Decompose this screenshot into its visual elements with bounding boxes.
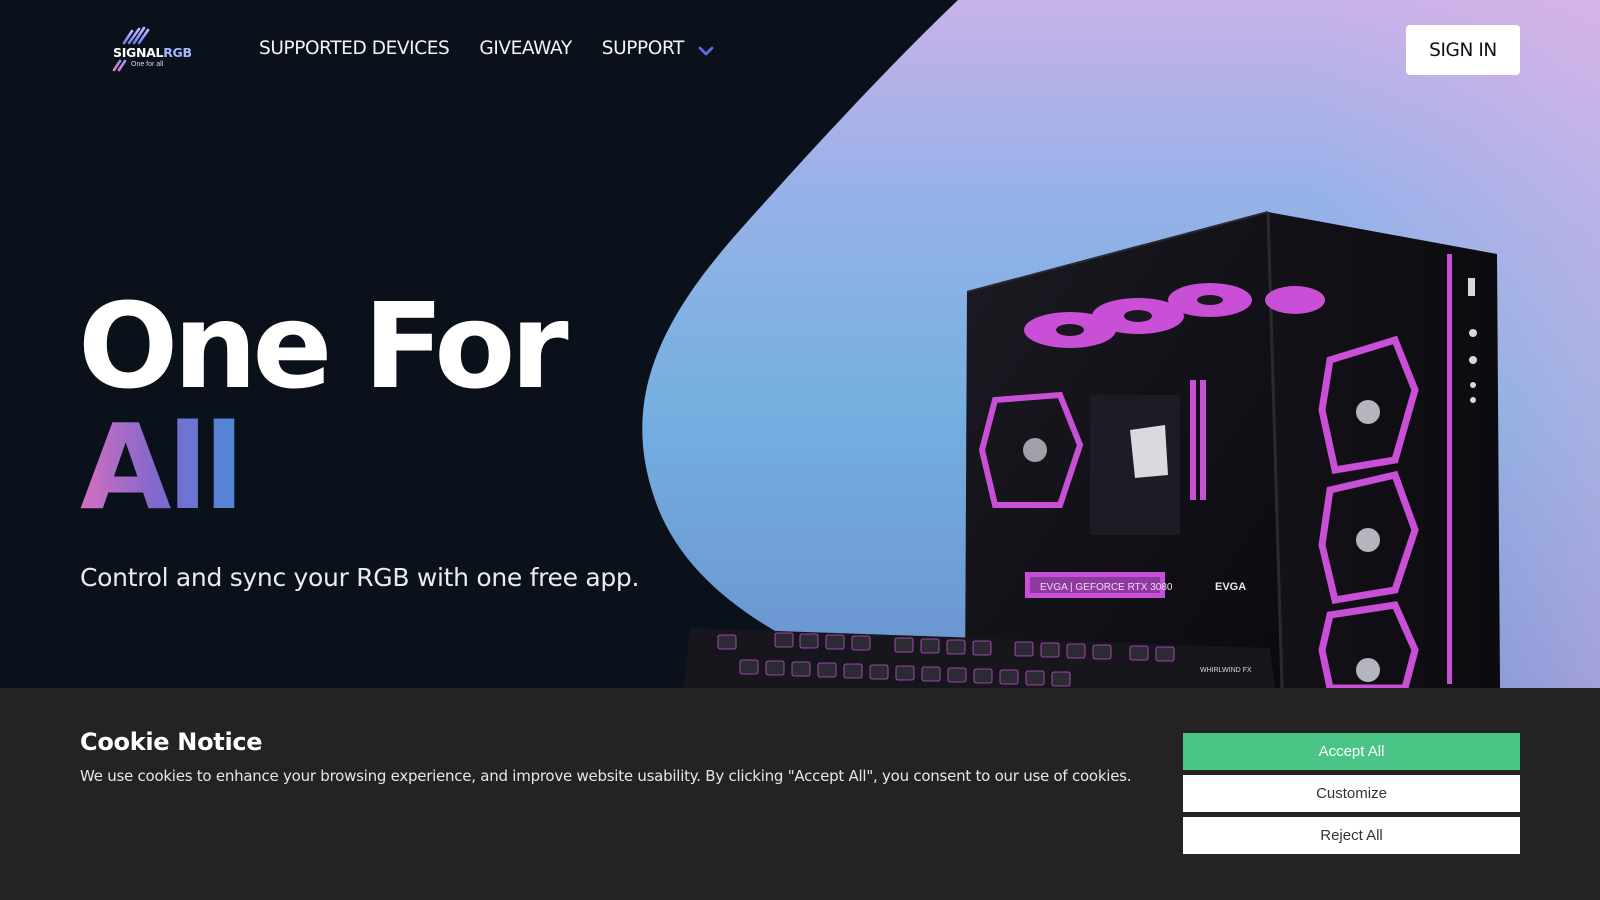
cookie-banner: Cookie Notice We use cookies to enhance … xyxy=(0,688,1600,900)
cookie-text: We use cookies to enhance your browsing … xyxy=(80,767,1132,785)
reject-all-button[interactable]: Reject All xyxy=(1183,817,1520,854)
accept-all-button[interactable]: Accept All xyxy=(1183,733,1520,770)
customize-button[interactable]: Customize xyxy=(1183,775,1520,812)
gpu-label: EVGA | GEFORCE RTX 3080 xyxy=(1040,582,1173,593)
pc-case: EVGA | GEFORCE RTX 3080 EVGA xyxy=(965,211,1500,688)
keyboard-brand-label: WHIRLWIND FX xyxy=(1200,667,1252,674)
gpu-brand-label: EVGA xyxy=(1215,581,1246,593)
hero-product-image: EVGA | GEFORCE RTX 3080 EVGA WHIRLWIND F… xyxy=(684,211,1500,688)
cookie-title: Cookie Notice xyxy=(80,728,263,756)
